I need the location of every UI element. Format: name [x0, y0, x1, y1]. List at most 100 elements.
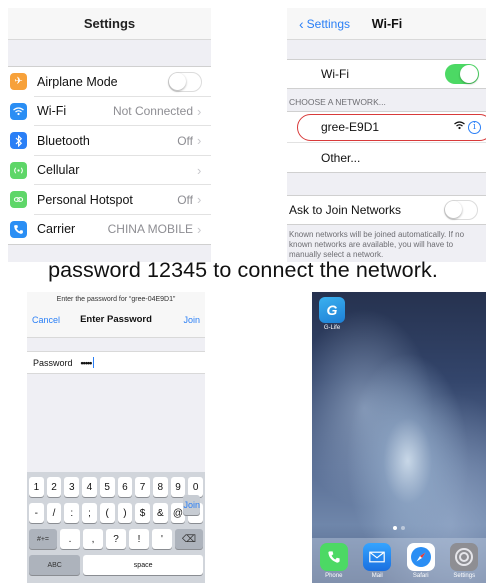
- cellular-icon: [10, 161, 27, 179]
- chevron-right-icon: ›: [197, 221, 202, 237]
- airplane-mode-toggle[interactable]: [168, 71, 202, 92]
- dock-app-mail[interactable]: Mail: [361, 543, 393, 583]
- glife-app-label: G-Life: [323, 325, 341, 331]
- wifi-toggle[interactable]: [445, 64, 479, 84]
- compass-icon: [406, 543, 435, 571]
- settings-row-cellular[interactable]: Cellular ›: [8, 156, 211, 186]
- wifi-screen: ‹ Settings Wi-Fi Wi-Fi CHOOSE A NETWORK.…: [287, 8, 486, 262]
- enter-password-screen: Enter the password for “gree-04E9D1” Can…: [27, 292, 205, 583]
- key[interactable]: &: [152, 503, 168, 523]
- ask-to-join-row: Ask to Join Networks: [287, 195, 486, 225]
- key-abc[interactable]: ABC: [29, 555, 81, 575]
- delete-icon[interactable]: ⌫: [175, 529, 203, 549]
- key-space[interactable]: space: [83, 555, 203, 575]
- key[interactable]: 7: [135, 477, 150, 497]
- settings-row-label: Bluetooth: [37, 133, 90, 148]
- password-title: Enter Password: [80, 314, 152, 325]
- mail-icon: [363, 543, 392, 571]
- settings-row-label: Wi-Fi: [37, 104, 67, 119]
- dock-app-settings[interactable]: Settings: [448, 543, 480, 583]
- keyboard: 1234567890 -/:;()$&@” #+= .,?!' ⌫ ABC sp…: [27, 472, 205, 583]
- key[interactable]: ,: [83, 529, 103, 549]
- dock-app-safari[interactable]: Safari: [405, 543, 437, 583]
- password-prompt: Enter the password for “gree-04E9D1”: [56, 296, 176, 303]
- key[interactable]: $: [135, 503, 150, 523]
- key[interactable]: ): [117, 503, 133, 523]
- password-input[interactable]: •••••: [81, 358, 93, 368]
- dock-app-label: Mail: [371, 573, 383, 579]
- wifi-icon: [10, 102, 27, 120]
- dock-app-label: Safari: [412, 573, 429, 579]
- dock-app-label: Phone: [325, 573, 343, 579]
- ask-to-join-label: Ask to Join Networks: [289, 203, 402, 217]
- settings-row-label: Carrier: [37, 222, 76, 237]
- chevron-right-icon: ›: [197, 133, 202, 149]
- settings-row-wifi[interactable]: Wi-Fi Not Connected ›: [8, 97, 211, 127]
- bluetooth-icon: [10, 132, 27, 150]
- network-row-other[interactable]: Other...: [287, 142, 486, 172]
- dock: Phone Mail Safari Settings: [312, 538, 486, 583]
- password-label: Password: [33, 357, 73, 368]
- dock-app-label: Settings: [453, 573, 476, 579]
- key-symbols[interactable]: #+=: [29, 529, 57, 549]
- settings-row-bluetooth[interactable]: Bluetooth Off ›: [8, 126, 211, 156]
- ask-to-join-toggle[interactable]: [444, 200, 478, 220]
- settings-row-value: Not Connected: [112, 104, 193, 119]
- key[interactable]: .: [60, 529, 80, 549]
- join-button[interactable]: Join: [183, 315, 200, 325]
- settings-row-value: Off: [177, 192, 193, 207]
- ask-to-join-note: Known networks will be joined automatica…: [289, 230, 465, 259]
- page-indicator: [312, 526, 486, 530]
- info-icon[interactable]: i: [468, 120, 481, 134]
- settings-row-carrier[interactable]: Carrier CHINA MOBILE ›: [8, 215, 211, 245]
- choose-network-header: CHOOSE A NETWORK...: [289, 97, 386, 107]
- key[interactable]: /: [46, 503, 62, 523]
- key[interactable]: 0: [188, 477, 204, 497]
- settings-row-airplane-mode[interactable]: ✈ Airplane Mode: [8, 67, 211, 97]
- settings-screen: Settings ✈ Airplane Mode Wi-Fi Not Conne…: [8, 8, 211, 262]
- key[interactable]: :: [64, 503, 80, 523]
- back-button[interactable]: ‹ Settings: [299, 8, 350, 40]
- settings-row-label: Cellular: [37, 163, 80, 178]
- key[interactable]: 4: [82, 477, 97, 497]
- chevron-right-icon: ›: [197, 162, 202, 178]
- key[interactable]: (: [99, 503, 115, 523]
- key[interactable]: 1: [29, 477, 44, 497]
- settings-row-value: CHINA MOBILE: [107, 222, 193, 237]
- key[interactable]: ;: [82, 503, 97, 523]
- key[interactable]: 5: [99, 477, 115, 497]
- key[interactable]: ': [152, 529, 172, 549]
- key[interactable]: ?: [106, 529, 126, 549]
- home-screen: G G-Life Phone Mail Safari Settings: [312, 292, 486, 583]
- wifi-navbar: ‹ Settings Wi-Fi: [287, 8, 486, 40]
- phone-icon: [319, 543, 348, 571]
- settings-row-personal-hotspot[interactable]: Personal Hotspot Off ›: [8, 185, 211, 215]
- key[interactable]: -: [29, 503, 44, 523]
- key[interactable]: !: [129, 529, 149, 549]
- glife-app-icon[interactable]: G: [319, 297, 345, 323]
- key[interactable]: 9: [170, 477, 186, 497]
- airplane-icon: ✈: [10, 73, 27, 91]
- network-row-gree[interactable]: gree-E9D1 i: [287, 112, 486, 142]
- phone-icon: [10, 220, 27, 238]
- wifi-toggle-row: Wi-Fi: [287, 59, 486, 89]
- key[interactable]: 3: [64, 477, 80, 497]
- wifi-label: Wi-Fi: [321, 67, 349, 81]
- settings-row-label: Personal Hotspot: [37, 192, 133, 207]
- settings-row-value: Off: [177, 133, 193, 148]
- key-join[interactable]: Join: [183, 495, 200, 515]
- dock-app-phone[interactable]: Phone: [318, 543, 350, 583]
- password-field-row[interactable]: Password •••••: [27, 351, 205, 374]
- other-network-label: Other...: [321, 150, 361, 165]
- text-cursor: [93, 357, 95, 368]
- settings-title: Settings: [8, 8, 211, 40]
- hotspot-icon: [10, 191, 27, 209]
- key[interactable]: 6: [117, 477, 133, 497]
- key[interactable]: 2: [46, 477, 62, 497]
- settings-list: ✈ Airplane Mode Wi-Fi Not Connected › Bl…: [8, 66, 211, 245]
- chevron-right-icon: ›: [197, 192, 202, 208]
- key[interactable]: 8: [152, 477, 168, 497]
- wifi-signal-icon: [454, 121, 465, 133]
- gear-icon: [450, 543, 479, 571]
- instruction-caption: password 12345 to connect the network.: [48, 258, 438, 282]
